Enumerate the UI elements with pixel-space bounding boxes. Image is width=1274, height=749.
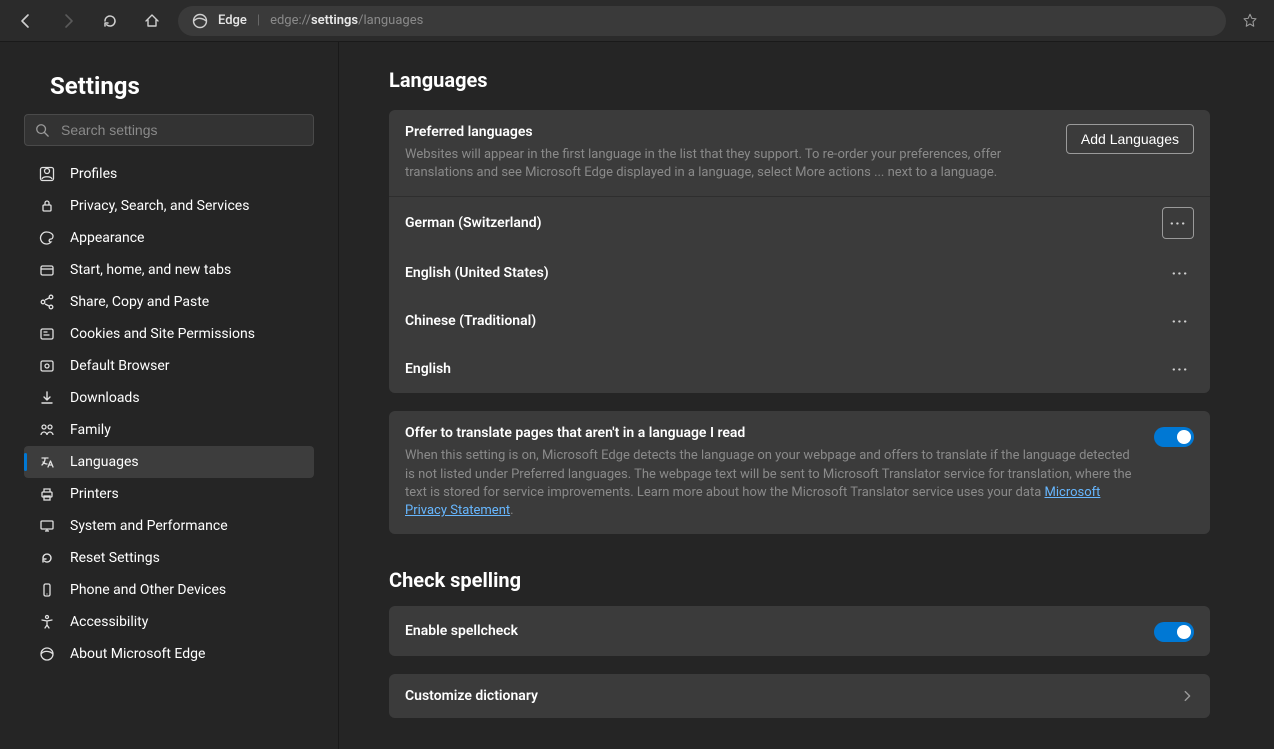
main-content: Languages Preferred languages Websites w…: [339, 42, 1274, 749]
language-more-button[interactable]: ···: [1166, 355, 1194, 383]
sidebar-item-label: System and Performance: [70, 518, 228, 534]
customize-dictionary-card[interactable]: Customize dictionary: [389, 674, 1210, 718]
language-row: English (United States) ···: [389, 249, 1210, 297]
language-name: Chinese (Traditional): [405, 313, 536, 329]
accessibility-icon: [38, 613, 56, 631]
chevron-right-icon: [1180, 689, 1194, 703]
preferred-languages-card: Preferred languages Websites will appear…: [389, 110, 1210, 393]
back-button[interactable]: [10, 5, 42, 37]
ellipsis-icon: ···: [1171, 264, 1188, 283]
sidebar-item-label: Family: [70, 422, 111, 438]
sidebar-item-family[interactable]: Family: [24, 414, 314, 446]
language-icon: [38, 453, 56, 471]
home-button[interactable]: [136, 5, 168, 37]
ellipsis-icon: ···: [1171, 360, 1188, 379]
reload-button[interactable]: [94, 5, 126, 37]
sidebar-item-label: Printers: [70, 486, 119, 502]
default-browser-icon: [38, 357, 56, 375]
sidebar-item-start-home-and-new-tabs[interactable]: Start, home, and new tabs: [24, 254, 314, 286]
sidebar-item-privacy-search-and-services[interactable]: Privacy, Search, and Services: [24, 190, 314, 222]
family-icon: [38, 421, 56, 439]
sidebar-item-about-microsoft-edge[interactable]: About Microsoft Edge: [24, 638, 314, 670]
page-heading: Languages: [389, 68, 1210, 92]
tab-icon: [38, 261, 56, 279]
settings-sidebar: Settings Profiles Privacy, Search, and Se…: [0, 42, 339, 749]
sidebar-item-label: Share, Copy and Paste: [70, 294, 209, 310]
language-more-button[interactable]: ···: [1166, 259, 1194, 287]
download-icon: [38, 389, 56, 407]
preferred-desc: Websites will appear in the first langua…: [405, 146, 1050, 182]
search-icon: [35, 123, 49, 137]
sidebar-item-share-copy-and-paste[interactable]: Share, Copy and Paste: [24, 286, 314, 318]
add-languages-button[interactable]: Add Languages: [1066, 124, 1194, 154]
phone-icon: [38, 581, 56, 599]
sidebar-title: Settings: [50, 72, 314, 100]
sidebar-item-system-and-performance[interactable]: System and Performance: [24, 510, 314, 542]
spellcheck-card: Enable spellcheck: [389, 606, 1210, 656]
sidebar-item-accessibility[interactable]: Accessibility: [24, 606, 314, 638]
language-row: English ···: [389, 345, 1210, 393]
customize-dictionary-label: Customize dictionary: [405, 688, 538, 704]
site-identity: Edge: [218, 13, 247, 28]
sidebar-item-label: Languages: [70, 454, 139, 470]
spellcheck-label: Enable spellcheck: [405, 623, 1138, 639]
sidebar-item-phone-and-other-devices[interactable]: Phone and Other Devices: [24, 574, 314, 606]
edge-icon: [38, 645, 56, 663]
reset-icon: [38, 549, 56, 567]
translate-title: Offer to translate pages that aren't in …: [405, 425, 1138, 441]
search-settings[interactable]: [24, 114, 314, 146]
sidebar-item-profiles[interactable]: Profiles: [24, 158, 314, 190]
sidebar-nav: Profiles Privacy, Search, and Services App…: [24, 158, 314, 670]
browser-toolbar: Edge | edge://settings/languages: [0, 0, 1274, 42]
sidebar-item-label: Default Browser: [70, 358, 170, 374]
language-row: German (Switzerland) ···: [389, 197, 1210, 249]
sidebar-item-printers[interactable]: Printers: [24, 478, 314, 510]
sidebar-item-label: About Microsoft Edge: [70, 646, 205, 662]
sidebar-item-label: Profiles: [70, 166, 117, 182]
edge-logo-icon: [192, 13, 208, 29]
ellipsis-icon: ···: [1171, 312, 1188, 331]
preferred-title: Preferred languages: [405, 124, 1050, 140]
printer-icon: [38, 485, 56, 503]
appearance-icon: [38, 229, 56, 247]
spellcheck-toggle[interactable]: [1154, 622, 1194, 642]
language-name: English: [405, 361, 451, 377]
translate-desc: When this setting is on, Microsoft Edge …: [405, 447, 1138, 520]
forward-button[interactable]: [52, 5, 84, 37]
address-bar[interactable]: Edge | edge://settings/languages: [178, 6, 1226, 36]
favorite-button[interactable]: [1236, 12, 1264, 30]
sidebar-item-label: Phone and Other Devices: [70, 582, 226, 598]
sidebar-item-label: Cookies and Site Permissions: [70, 326, 255, 342]
separator: |: [257, 13, 260, 28]
sidebar-item-label: Reset Settings: [70, 550, 160, 566]
language-name: German (Switzerland): [405, 215, 542, 231]
spelling-heading: Check spelling: [389, 568, 1210, 592]
system-icon: [38, 517, 56, 535]
sidebar-item-label: Downloads: [70, 390, 140, 406]
language-more-button[interactable]: ···: [1162, 207, 1194, 239]
sidebar-item-reset-settings[interactable]: Reset Settings: [24, 542, 314, 574]
ellipsis-icon: ···: [1169, 214, 1186, 233]
sidebar-item-languages[interactable]: Languages: [24, 446, 314, 478]
sidebar-item-label: Start, home, and new tabs: [70, 262, 231, 278]
language-more-button[interactable]: ···: [1166, 307, 1194, 335]
cookie-icon: [38, 325, 56, 343]
sidebar-item-default-browser[interactable]: Default Browser: [24, 350, 314, 382]
sidebar-item-label: Appearance: [70, 230, 144, 246]
share-icon: [38, 293, 56, 311]
sidebar-item-downloads[interactable]: Downloads: [24, 382, 314, 414]
sidebar-item-appearance[interactable]: Appearance: [24, 222, 314, 254]
search-input[interactable]: [59, 121, 303, 139]
sidebar-item-label: Accessibility: [70, 614, 148, 630]
sidebar-item-label: Privacy, Search, and Services: [70, 198, 249, 214]
translate-card: Offer to translate pages that aren't in …: [389, 411, 1210, 534]
lock-icon: [38, 197, 56, 215]
translate-toggle[interactable]: [1154, 427, 1194, 447]
profile-icon: [38, 165, 56, 183]
sidebar-item-cookies-and-site-permissions[interactable]: Cookies and Site Permissions: [24, 318, 314, 350]
url-text: edge://settings/languages: [270, 13, 423, 28]
language-row: Chinese (Traditional) ···: [389, 297, 1210, 345]
language-name: English (United States): [405, 265, 549, 281]
